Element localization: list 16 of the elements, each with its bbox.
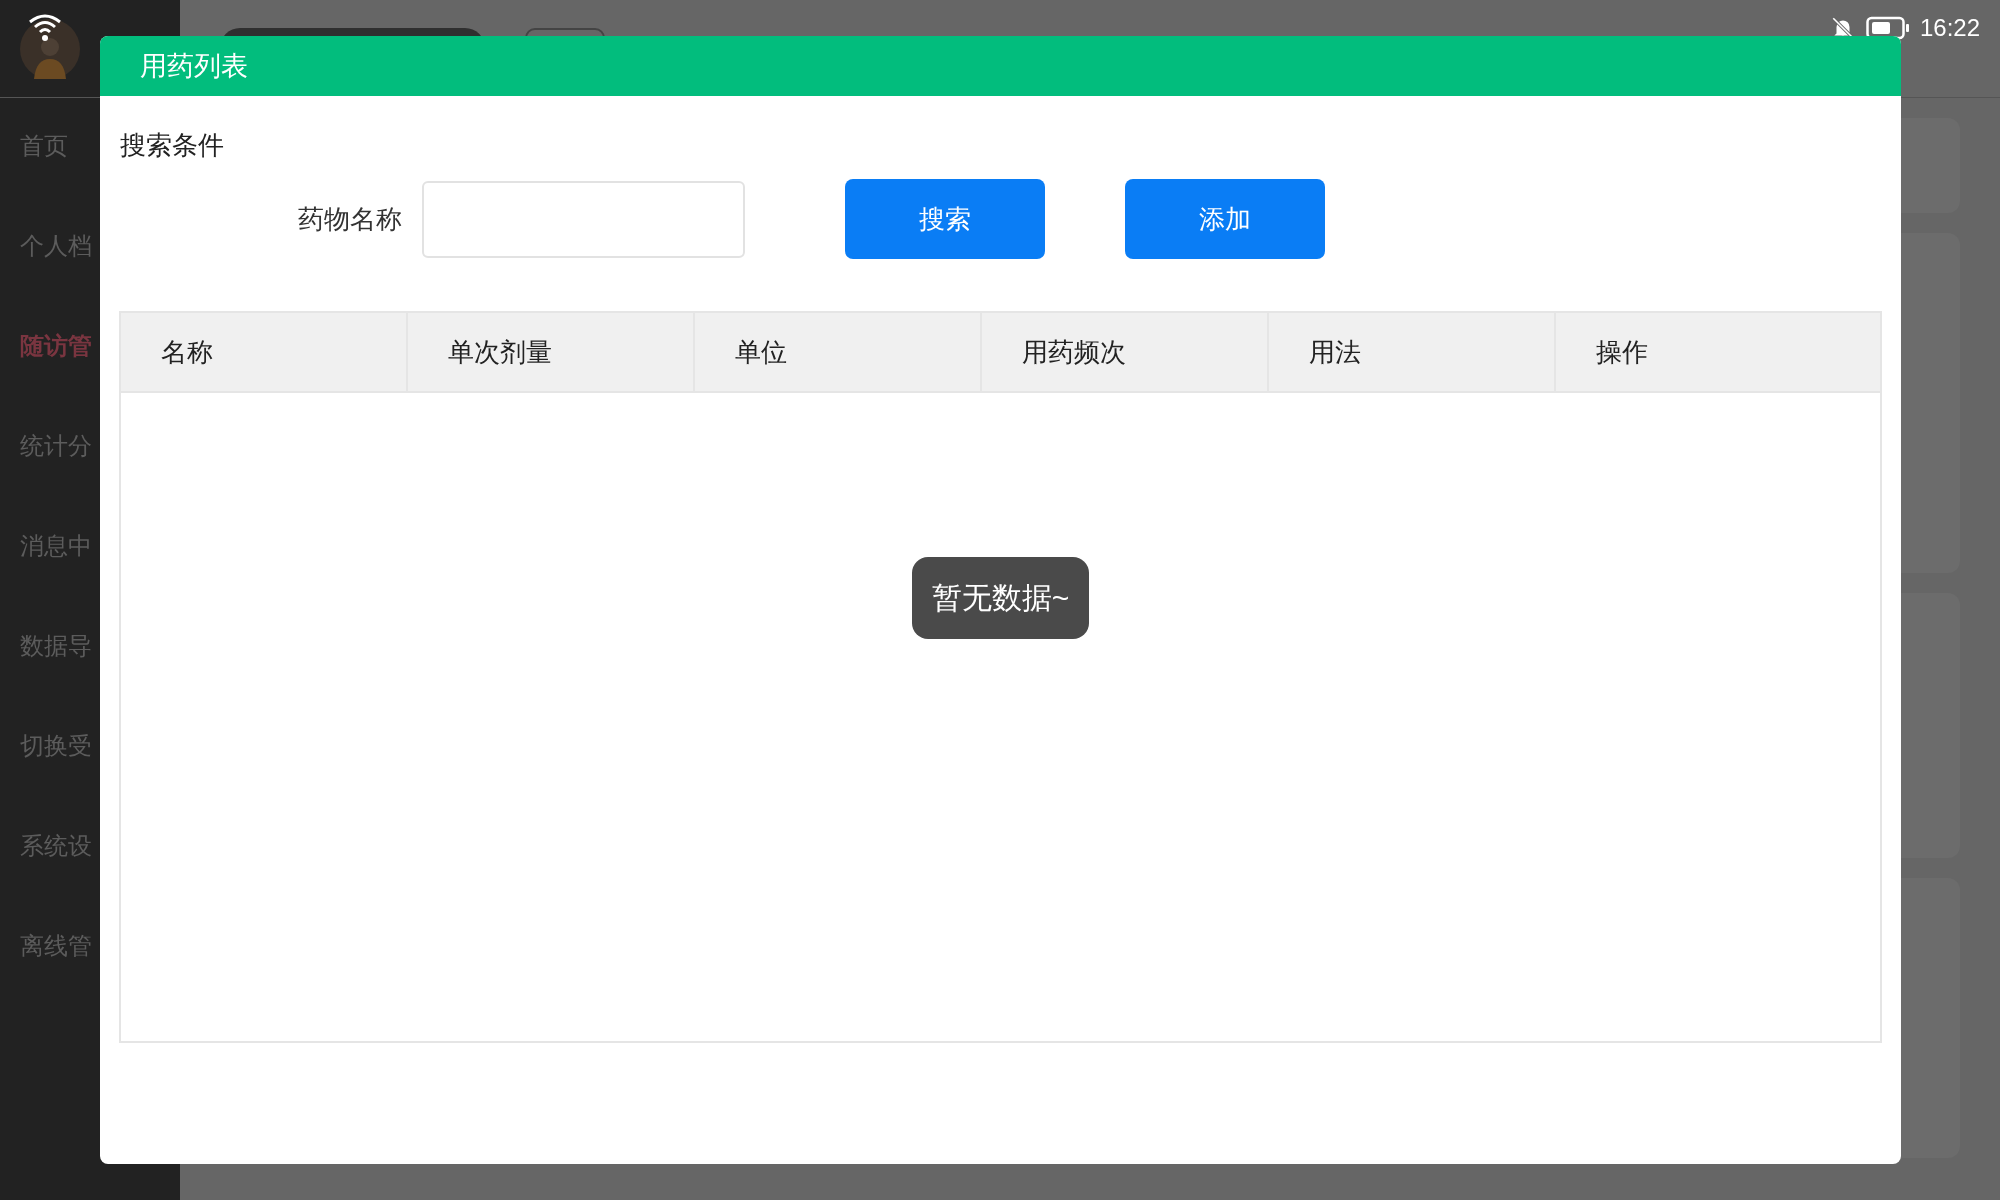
column-header: 单次剂量 bbox=[408, 313, 695, 391]
wifi-icon bbox=[28, 12, 62, 42]
clock-time: 16:22 bbox=[1919, 13, 1980, 43]
empty-toast: 暂无数据~ bbox=[911, 557, 1090, 639]
medicine-name-field[interactable] bbox=[422, 180, 745, 258]
column-header: 用法 bbox=[1269, 313, 1556, 391]
field-label: 药物名称 bbox=[297, 202, 403, 236]
search-button[interactable]: 搜索 bbox=[845, 179, 1045, 259]
column-header: 单位 bbox=[695, 313, 982, 391]
section-title: 搜索条件 bbox=[120, 130, 224, 160]
column-header: 操作 bbox=[1595, 335, 1649, 369]
add-button[interactable]: 添加 bbox=[1125, 179, 1325, 259]
avatar bbox=[20, 18, 80, 79]
dialog-title: 用药列表 bbox=[140, 49, 248, 83]
column-header: 用药频次 bbox=[982, 313, 1269, 391]
column-header: 名称 bbox=[121, 313, 408, 391]
